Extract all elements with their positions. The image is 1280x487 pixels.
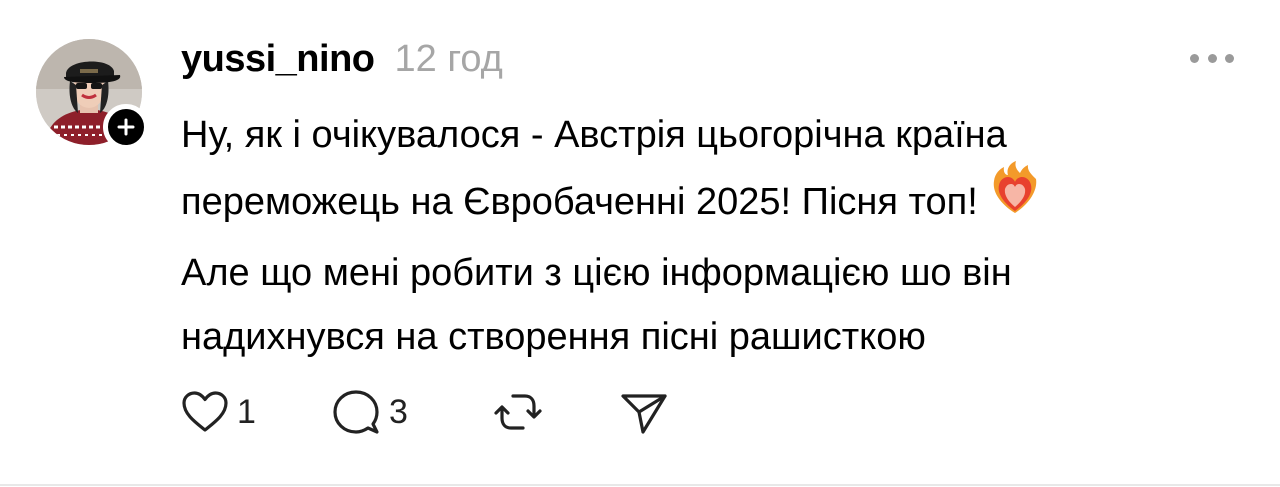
avatar-container (36, 39, 149, 150)
heart-icon (182, 391, 228, 432)
more-options-dot (1207, 53, 1217, 63)
comment-button[interactable]: 3 (331, 388, 493, 436)
like-button[interactable]: 1 (181, 390, 331, 434)
username[interactable]: yussi_nino (181, 38, 375, 81)
more-options-button[interactable] (1190, 48, 1234, 68)
post-text-line: надихнувся на створення пісні рашисткою (181, 316, 926, 358)
follow-button[interactable] (103, 104, 149, 150)
comment-icon (333, 390, 379, 434)
post-header: yussi_nino 12 год (181, 38, 503, 86)
repost-icon (494, 394, 542, 430)
more-options-dot (1225, 53, 1234, 63)
heart-on-fire-icon (990, 161, 1040, 235)
send-icon (621, 394, 667, 434)
share-button[interactable] (619, 388, 669, 436)
post-text-line-with-emoji: переможець на Євробаченні 2025! Пісня то… (181, 161, 1241, 241)
post-text: Ну, як і очікувалося - Австрія цьогорічн… (181, 103, 1241, 369)
divider (0, 484, 1280, 486)
plus-icon (117, 118, 135, 136)
post-text-line: Але що мені робити з цією інформацією шо… (181, 252, 1012, 294)
action-bar: 1 3 (181, 384, 669, 440)
post: yussi_nino 12 год Ну, як і очікувалося -… (0, 0, 1280, 487)
post-text-line: Ну, як і очікувалося - Австрія цьогорічн… (181, 114, 1007, 156)
more-options-icon (1190, 53, 1199, 63)
comment-count: 3 (389, 392, 408, 431)
like-count: 1 (237, 392, 256, 431)
post-text-line: переможець на Євробаченні 2025! Пісня то… (181, 181, 978, 224)
timestamp: 12 год (394, 38, 503, 80)
repost-button[interactable] (493, 388, 619, 436)
